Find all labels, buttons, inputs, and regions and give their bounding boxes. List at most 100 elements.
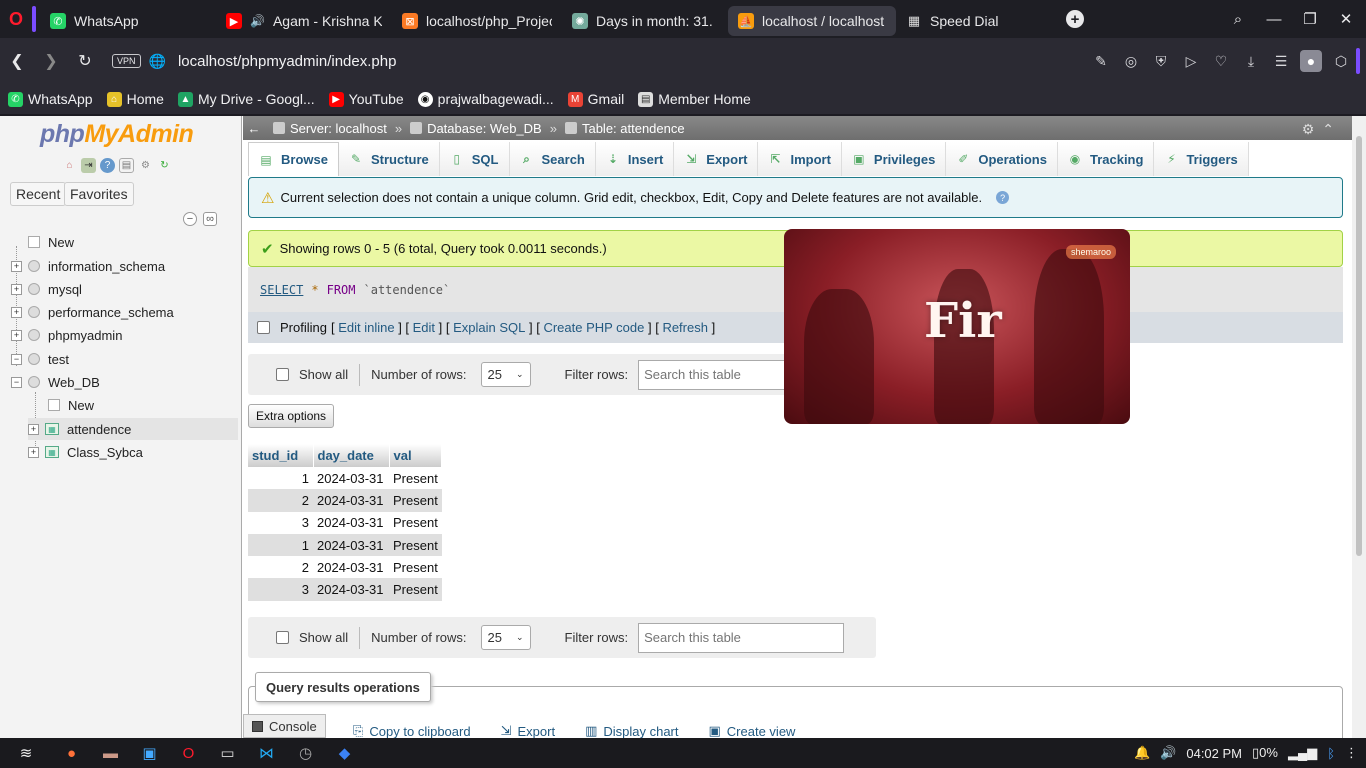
camera-icon[interactable]: ◎ <box>1116 38 1146 84</box>
expand-icon[interactable]: + <box>11 260 22 272</box>
clock-app-icon[interactable]: ◷ <box>286 738 325 768</box>
tab-php-project[interactable]: ⊠ localhost/php_Project <box>392 6 562 36</box>
bluetooth-icon[interactable]: ᛒ <box>1327 746 1335 761</box>
settings-icon[interactable]: ⚙ <box>138 158 153 173</box>
globe-icon[interactable]: 🌐 <box>149 53 166 70</box>
copy-to-clipboard-link[interactable]: ⎘ Copy to clipboard <box>353 723 471 738</box>
tree-db-phpmyadmin[interactable]: + phpmyadmin <box>11 324 122 346</box>
clock[interactable]: 04:02 PM <box>1186 746 1242 761</box>
reload-icon[interactable]: ↻ <box>157 158 172 173</box>
more-icon[interactable]: ⋮ <box>1345 745 1358 761</box>
breadcrumb-table[interactable]: Table: attendence <box>564 121 685 136</box>
tab-triggers[interactable]: ⚡ Triggers <box>1154 142 1249 176</box>
refresh-link[interactable]: Refresh <box>662 320 708 335</box>
tab-insert[interactable]: ⇣ Insert <box>595 142 675 176</box>
back-arrow-icon[interactable]: ← <box>243 121 265 136</box>
phpmyadmin-logo[interactable]: phpMyAdmin <box>40 120 194 149</box>
opera-icon[interactable]: O <box>169 738 208 768</box>
create-view-link[interactable]: ▣ Create view <box>709 723 796 738</box>
bookmark-whatsapp[interactable]: ✆ WhatsApp <box>8 91 93 107</box>
play-icon[interactable]: ▷ <box>1176 38 1206 84</box>
tab-phpmyadmin[interactable]: ⛵ localhost / localhost / <box>728 6 896 36</box>
expand-icon[interactable]: + <box>28 446 39 458</box>
tab-sql[interactable]: ▯ SQL <box>439 142 510 176</box>
tab-browse[interactable]: ▤ Browse <box>248 142 339 176</box>
app-diamond-icon[interactable]: ◆ <box>325 738 364 768</box>
file-manager-icon[interactable]: ▬ <box>91 738 130 768</box>
expand-icon[interactable]: + <box>11 329 22 341</box>
console-toggle[interactable]: Console <box>243 714 326 738</box>
logout-icon[interactable]: ⇥ <box>81 158 96 173</box>
show-all-checkbox[interactable] <box>276 631 289 644</box>
tree-table-class-sybca[interactable]: + ▦ Class_Sybca <box>28 441 143 463</box>
column-header-day-date[interactable]: day_date <box>313 444 390 467</box>
firefox-icon[interactable]: ● <box>52 738 91 768</box>
tab-privileges[interactable]: ▣ Privileges <box>841 142 947 176</box>
app-menu-icon[interactable]: ≋ <box>0 738 52 768</box>
tree-new-database[interactable]: New <box>28 231 74 253</box>
create-php-code-link[interactable]: Create PHP code <box>543 320 644 335</box>
edit-page-icon[interactable]: ✎ <box>1086 38 1116 84</box>
search-icon[interactable]: ⌕ <box>1220 0 1256 38</box>
column-header-val[interactable]: val <box>389 444 443 467</box>
url-field[interactable]: localhost/phpmyadmin/index.php <box>178 53 396 70</box>
tab-tracking[interactable]: ◉ Tracking <box>1057 142 1155 176</box>
explain-sql-link[interactable]: Explain SQL <box>453 320 525 335</box>
breadcrumb-database[interactable]: Database: Web_DB <box>410 121 542 136</box>
column-header-stud-id[interactable]: stud_id <box>248 444 314 467</box>
volume-icon[interactable]: 🔊 <box>1160 745 1176 761</box>
opera-logo-icon[interactable]: O <box>0 0 32 38</box>
restore-button[interactable]: ❐ <box>1292 0 1328 38</box>
bookmark-member-home[interactable]: ▤ Member Home <box>638 91 751 107</box>
tab-import[interactable]: ⇱ Import <box>758 142 842 176</box>
tab-operations[interactable]: ✐ Operations <box>946 142 1058 176</box>
bookmark-home[interactable]: ⌂ Home <box>106 91 164 107</box>
filter-rows-input[interactable]: Search this table <box>638 622 845 653</box>
display-chart-link[interactable]: ▥ Display chart <box>585 723 678 738</box>
edit-inline-link[interactable]: Edit inline <box>338 320 394 335</box>
tree-db-web-db[interactable]: − Web_DB <box>11 371 100 393</box>
docs-icon[interactable]: ▤ <box>119 158 134 173</box>
recent-button[interactable]: Recent <box>10 182 67 206</box>
notification-bell-icon[interactable]: 🔔 <box>1134 745 1150 761</box>
bookmark-youtube[interactable]: ▶ YouTube <box>328 91 404 107</box>
home-icon[interactable]: ⌂ <box>62 158 77 173</box>
extensions-icon[interactable]: ⬡ <box>1326 38 1356 84</box>
battery-indicator[interactable]: ▯0% <box>1252 745 1278 761</box>
speaker-icon[interactable]: 🔊 <box>250 14 265 28</box>
breadcrumb-server[interactable]: Server: localhost <box>273 121 387 136</box>
collapse-icon[interactable]: − <box>11 376 22 388</box>
tree-table-attendence[interactable]: + ▦ attendence <box>28 418 238 440</box>
tab-chatgpt[interactable]: ✺ Days in month: 31. <box>562 6 728 36</box>
close-window-button[interactable]: ✕ <box>1328 0 1364 38</box>
minimize-button[interactable]: — <box>1256 0 1292 38</box>
download-icon[interactable]: ⤓ <box>1236 38 1266 84</box>
edit-link[interactable]: Edit <box>413 320 435 335</box>
picture-in-picture-video[interactable]: Fir shemaroo <box>784 229 1130 424</box>
collapse-top-icon[interactable]: ⌃ <box>1322 121 1334 138</box>
tab-whatsapp[interactable]: ✆ WhatsApp <box>40 6 216 36</box>
menu-icon[interactable]: ☰ <box>1266 38 1296 84</box>
settings-icon[interactable]: ⚙ <box>1302 121 1315 138</box>
number-of-rows-select[interactable]: 25 ⌄ <box>480 362 531 387</box>
back-icon[interactable]: ❮ <box>0 38 34 84</box>
collapse-all-icon[interactable]: − <box>183 212 197 226</box>
number-of-rows-select[interactable]: 25 ⌄ <box>480 625 531 650</box>
forward-icon[interactable]: ❯ <box>34 38 68 84</box>
tab-structure[interactable]: ✎ Structure <box>338 142 440 176</box>
shield-icon[interactable]: ⛨ <box>1146 38 1176 84</box>
tree-db-performance-schema[interactable]: + performance_schema <box>11 301 174 323</box>
reload-icon[interactable]: ↻ <box>68 38 102 84</box>
tree-new-table[interactable]: New <box>48 394 94 416</box>
export-link[interactable]: ⇲ Export <box>501 723 555 738</box>
network-icon[interactable]: ▂▄▆ <box>1288 745 1317 761</box>
bookmark-google-drive[interactable]: ▲ My Drive - Googl... <box>177 91 315 107</box>
profile-icon[interactable]: ● <box>1300 50 1322 72</box>
new-tab-button[interactable]: + <box>1066 10 1084 28</box>
extra-options-button[interactable]: Extra options <box>248 404 335 428</box>
tab-search[interactable]: ⌕ Search <box>509 142 596 176</box>
expand-icon[interactable]: + <box>28 423 39 435</box>
tree-db-mysql[interactable]: + mysql <box>11 278 82 300</box>
page-scrollbar[interactable] <box>1352 116 1366 738</box>
camera-app-icon[interactable]: ▣ <box>130 738 169 768</box>
